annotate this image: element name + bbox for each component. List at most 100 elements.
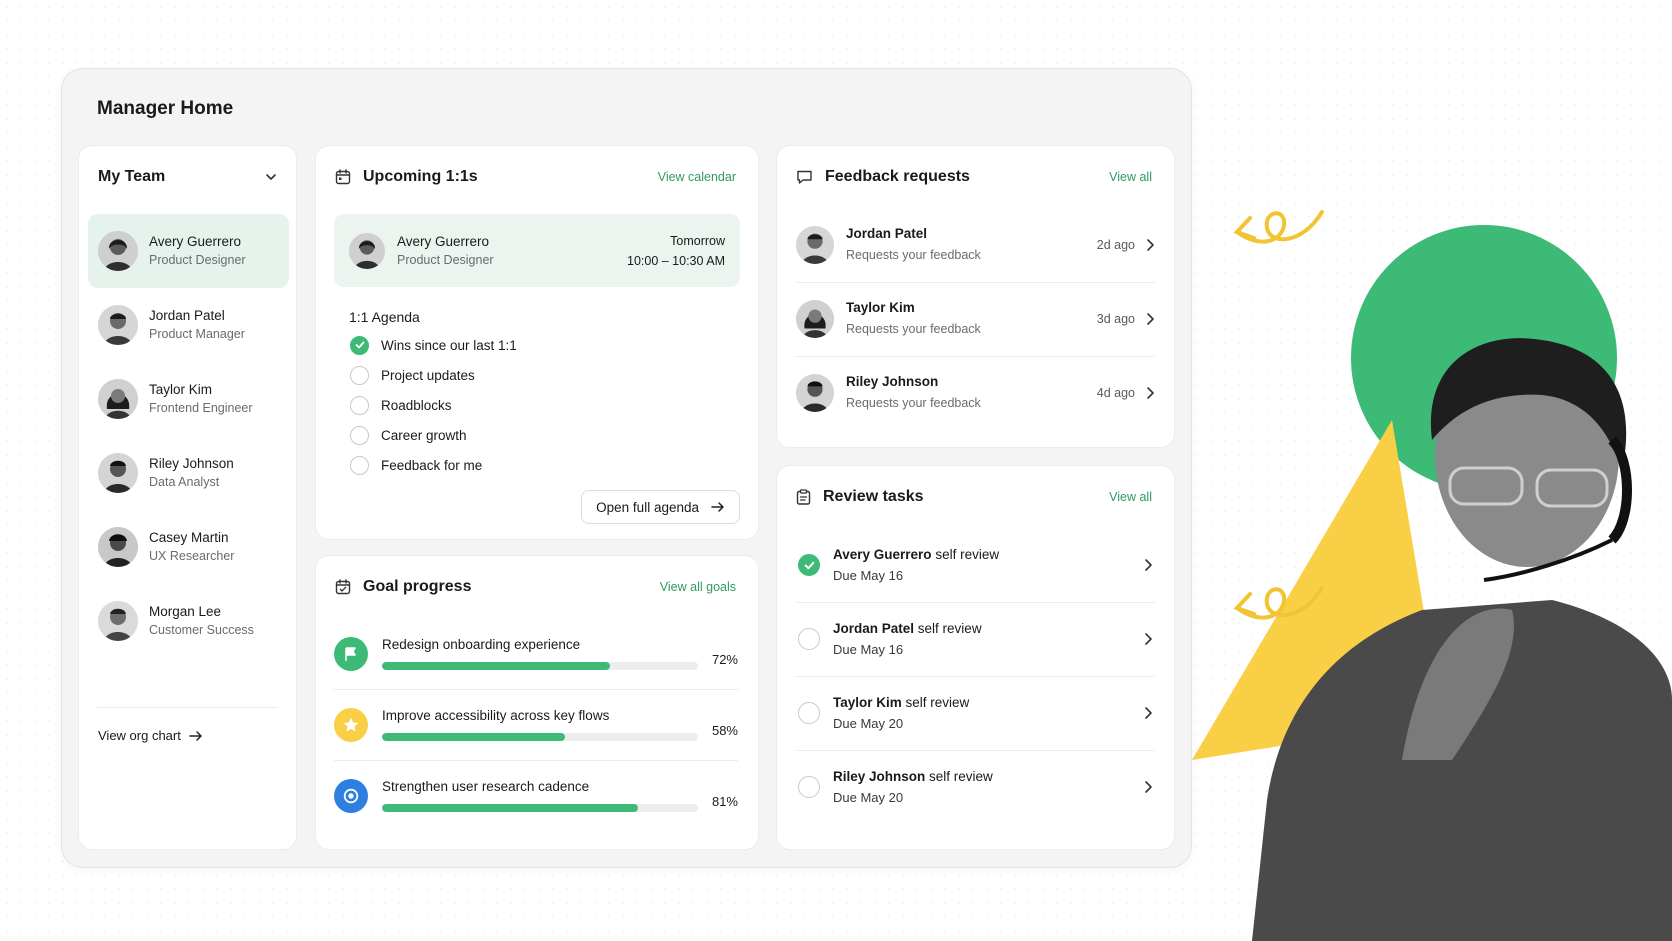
- review-person-name: Avery Guerrero: [833, 546, 932, 562]
- goal-label: Improve accessibility across key flows: [382, 708, 610, 723]
- team-member-riley[interactable]: Riley Johnson Data Analyst: [88, 436, 289, 510]
- checkbox-empty-icon[interactable]: [350, 425, 369, 445]
- clipboard-icon: [796, 489, 811, 505]
- chevron-down-icon[interactable]: [264, 170, 278, 184]
- review-due-date: Due May 16: [833, 567, 904, 583]
- chevron-right-icon[interactable]: [1141, 558, 1155, 572]
- page-title: Manager Home: [97, 98, 234, 119]
- team-member-jordan[interactable]: Jordan Patel Product Manager: [88, 288, 289, 362]
- agenda-title: 1:1 Agenda: [349, 309, 420, 325]
- chat-bubble-icon: [797, 170, 812, 184]
- avatar: [98, 527, 138, 567]
- my-team-title: My Team: [98, 168, 166, 185]
- agenda-item[interactable]: Career growth: [350, 420, 517, 450]
- member-name: Riley Johnson: [149, 456, 234, 471]
- view-calendar-link[interactable]: View calendar: [658, 170, 736, 184]
- request-subtitle: Requests your feedback: [846, 396, 981, 410]
- avatar: [98, 231, 138, 271]
- team-member-casey[interactable]: Casey Martin UX Researcher: [88, 510, 289, 584]
- agenda-item-label: Wins since our last 1:1: [381, 337, 517, 353]
- goal-progress-bar: [382, 662, 698, 670]
- request-time: 4d ago: [1096, 386, 1135, 400]
- agenda-item-label: Career growth: [381, 427, 467, 443]
- my-team-header[interactable]: My Team: [98, 168, 278, 186]
- goal-progress-fill: [382, 662, 610, 670]
- meeting-time: 10:00 – 10:30 AM: [627, 253, 725, 268]
- feedback-request-row[interactable]: Jordan Patel Requests your feedback 2d a…: [796, 208, 1155, 282]
- agenda-list: Wins since our last 1:1 Project updates …: [350, 330, 517, 480]
- view-org-chart-link[interactable]: View org chart: [98, 728, 203, 743]
- request-time: 3d ago: [1096, 312, 1135, 326]
- review-type: self review: [935, 546, 1000, 562]
- upcoming-title: Upcoming 1:1s: [363, 168, 478, 185]
- feedback-request-row[interactable]: Riley Johnson Requests your feedback 4d …: [796, 356, 1155, 430]
- view-all-reviews-link[interactable]: View all: [1109, 490, 1152, 504]
- goal-label: Strengthen user research cadence: [382, 779, 590, 794]
- goal-progress-panel: Goal progress View all goals Redesign on…: [315, 555, 759, 850]
- open-agenda-label: Open full agenda: [596, 499, 699, 515]
- feedback-requests-panel: Feedback requests View all Jordan Patel …: [776, 145, 1175, 448]
- view-all-feedback-link[interactable]: View all: [1109, 170, 1152, 184]
- next-meeting-card[interactable]: Avery Guerrero Product Designer Tomorrow…: [334, 214, 740, 287]
- chevron-right-icon[interactable]: [1141, 780, 1155, 794]
- agenda-item-label: Feedback for me: [381, 457, 483, 473]
- member-name: Jordan Patel: [149, 308, 225, 323]
- calendar-goal-icon: [335, 579, 351, 595]
- my-team-panel: My Team Avery Guerrero Product Designer …: [78, 145, 297, 850]
- goal-item[interactable]: Improve accessibility across key flows 5…: [334, 689, 738, 760]
- agenda-item[interactable]: Wins since our last 1:1: [350, 330, 517, 360]
- empty-circle-icon: [798, 628, 820, 650]
- goal-percent: 72%: [711, 652, 738, 667]
- feedback-request-row[interactable]: Taylor Kim Requests your feedback 3d ago: [796, 282, 1155, 356]
- requester-name: Taylor Kim: [846, 300, 915, 315]
- review-person-name: Jordan Patel: [833, 620, 915, 636]
- view-all-goals-link[interactable]: View all goals: [660, 580, 736, 594]
- goal-item[interactable]: Strengthen user research cadence 81%: [334, 760, 738, 831]
- check-circle-icon: [798, 554, 820, 576]
- agenda-item-label: Roadblocks: [381, 397, 452, 413]
- chevron-right-icon[interactable]: [1145, 386, 1155, 400]
- member-role: Product Designer: [149, 253, 246, 267]
- feedback-title: Feedback requests: [825, 168, 970, 185]
- agenda-item[interactable]: Roadblocks: [350, 390, 517, 420]
- avatar: [796, 226, 834, 264]
- agenda-item[interactable]: Feedback for me: [350, 450, 517, 480]
- goal-item[interactable]: Redesign onboarding experience 72%: [334, 618, 738, 689]
- meeting-person-name: Avery Guerrero: [397, 233, 490, 249]
- empty-circle-icon: [798, 702, 820, 724]
- checkbox-checked-icon[interactable]: [350, 335, 369, 355]
- agenda-item[interactable]: Project updates: [350, 360, 517, 390]
- request-subtitle: Requests your feedback: [846, 248, 981, 262]
- target-icon: [334, 778, 368, 813]
- chevron-right-icon[interactable]: [1145, 312, 1155, 326]
- member-role: Data Analyst: [149, 475, 220, 489]
- open-full-agenda-button[interactable]: Open full agenda: [581, 490, 740, 524]
- team-member-taylor[interactable]: Taylor Kim Frontend Engineer: [88, 362, 289, 436]
- flag-icon: [334, 636, 368, 671]
- checkbox-empty-icon[interactable]: [350, 365, 369, 385]
- chevron-right-icon[interactable]: [1141, 706, 1155, 720]
- arrow-right-icon: [711, 502, 724, 512]
- goal-percent: 58%: [711, 723, 738, 738]
- review-task-title: Avery Guerrero self review: [833, 544, 999, 565]
- member-role: UX Researcher: [149, 549, 235, 563]
- avatar: [98, 379, 138, 419]
- goal-progress-bar: [382, 733, 698, 741]
- review-due-date: Due May 16: [833, 641, 904, 657]
- team-member-morgan[interactable]: Morgan Lee Customer Success: [88, 584, 289, 658]
- checkbox-empty-icon[interactable]: [350, 455, 369, 475]
- team-member-avery[interactable]: Avery Guerrero Product Designer: [88, 214, 289, 288]
- review-task-row[interactable]: Riley Johnson self review Due May 20: [798, 750, 1155, 824]
- checkbox-empty-icon[interactable]: [350, 395, 369, 415]
- review-tasks-panel: Review tasks View all Avery Guerrero sel…: [776, 465, 1175, 850]
- review-task-row[interactable]: Jordan Patel self review Due May 16: [798, 602, 1155, 676]
- avatar: [796, 300, 834, 338]
- requester-name: Riley Johnson: [846, 374, 939, 389]
- review-task-row[interactable]: Taylor Kim self review Due May 20: [798, 676, 1155, 750]
- chevron-right-icon[interactable]: [1145, 238, 1155, 252]
- review-task-row[interactable]: Avery Guerrero self review Due May 16: [798, 528, 1155, 602]
- review-type: self review: [905, 694, 970, 710]
- arrow-right-icon: [189, 730, 202, 741]
- upcoming-one-on-ones-panel: Upcoming 1:1s View calendar Avery Guerre…: [315, 145, 759, 540]
- chevron-right-icon[interactable]: [1141, 632, 1155, 646]
